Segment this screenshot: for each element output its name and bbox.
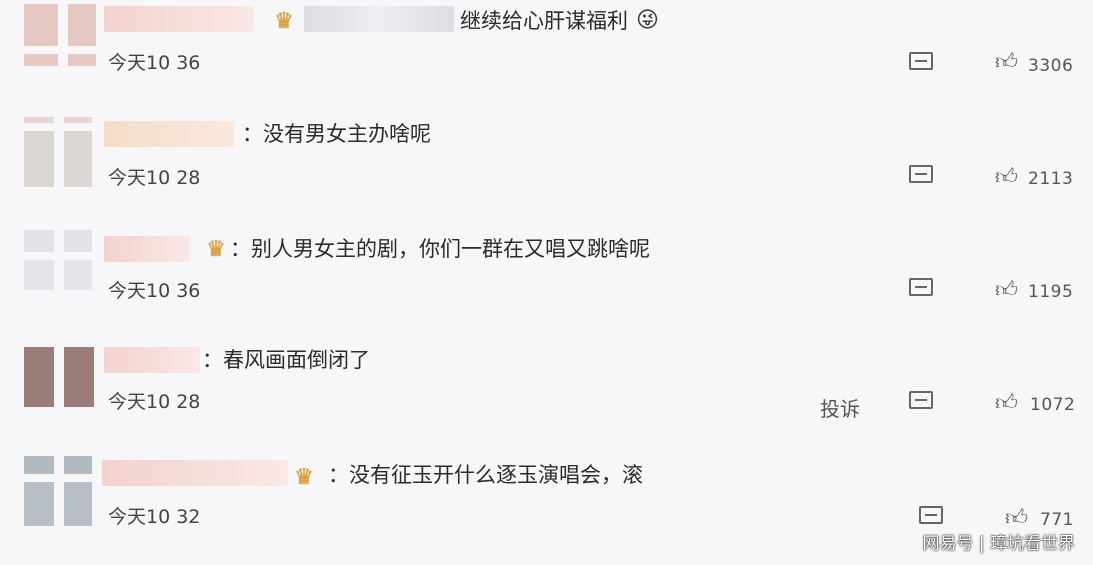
crown-icon: ♛: [274, 9, 294, 34]
reply-icon[interactable]: [909, 165, 933, 183]
avatar[interactable]: [24, 456, 92, 526]
comment-time: 今天10 32: [108, 506, 201, 528]
comment-time: 今天10 36: [108, 52, 201, 74]
crown-icon: ♛: [206, 237, 226, 262]
username[interactable]: [104, 6, 254, 32]
username[interactable]: [104, 347, 200, 373]
reply-icon[interactable]: [919, 506, 943, 524]
comment-item: ：没有男女主办啥呢 今天10 28 👍︎ 2113: [0, 113, 1093, 226]
thumbs-up-icon[interactable]: 👍︎: [995, 167, 1018, 189]
comment-time: 今天10 36: [108, 280, 201, 302]
comment-text: ：没有男女主办啥呢: [242, 122, 431, 146]
avatar[interactable]: [24, 117, 92, 187]
comment-text: 继续给心肝谋福利: [460, 9, 628, 33]
report-button[interactable]: 投诉: [820, 393, 860, 422]
comment-time: 今天10 28: [108, 167, 201, 189]
comment-text: ：别人男女主的剧，你们一群在又唱又跳啥呢: [230, 237, 650, 261]
reply-icon[interactable]: [909, 391, 933, 409]
comment-text: ：春风画面倒闭了: [202, 348, 370, 372]
comment-text: ：没有征玉开什么逐玉演唱会，滚: [328, 463, 643, 487]
comment-item: ♛ ：别人男女主的剧，你们一群在又唱又跳啥呢 今天10 36 👍︎ 1195: [0, 226, 1093, 339]
username[interactable]: [304, 6, 454, 32]
like-count: 2113: [1028, 169, 1074, 189]
comment-time: 今天10 28: [108, 391, 201, 413]
like-count: 771: [1040, 510, 1074, 530]
thumbs-up-icon[interactable]: 👍︎: [995, 280, 1018, 302]
username[interactable]: [102, 460, 288, 486]
like-count: 1195: [1028, 282, 1074, 302]
like-count: 3306: [1028, 56, 1074, 76]
thumbs-up-icon[interactable]: 👍︎: [995, 52, 1018, 74]
emoji: 😜: [636, 8, 659, 33]
comment-item: ♛ 继续给心肝谋福利 😜 今天10 36 👍︎ 3306: [0, 0, 1093, 113]
crown-icon: ♛: [294, 465, 314, 490]
reply-icon[interactable]: [909, 52, 933, 70]
comment-item: ：春风画面倒闭了 今天10 28 投诉 👍︎ 1072: [0, 339, 1093, 452]
username[interactable]: [104, 121, 234, 147]
thumbs-up-icon[interactable]: 👍︎: [1005, 508, 1028, 530]
watermark: 网易号 | 璋坑看世界: [922, 534, 1075, 554]
avatar[interactable]: [24, 230, 92, 290]
avatar[interactable]: [24, 347, 94, 407]
reply-icon[interactable]: [909, 278, 933, 296]
like-count: 1072: [1030, 395, 1076, 415]
username[interactable]: [104, 236, 190, 262]
thumbs-up-icon[interactable]: 👍︎: [995, 393, 1018, 415]
avatar[interactable]: [24, 4, 96, 66]
